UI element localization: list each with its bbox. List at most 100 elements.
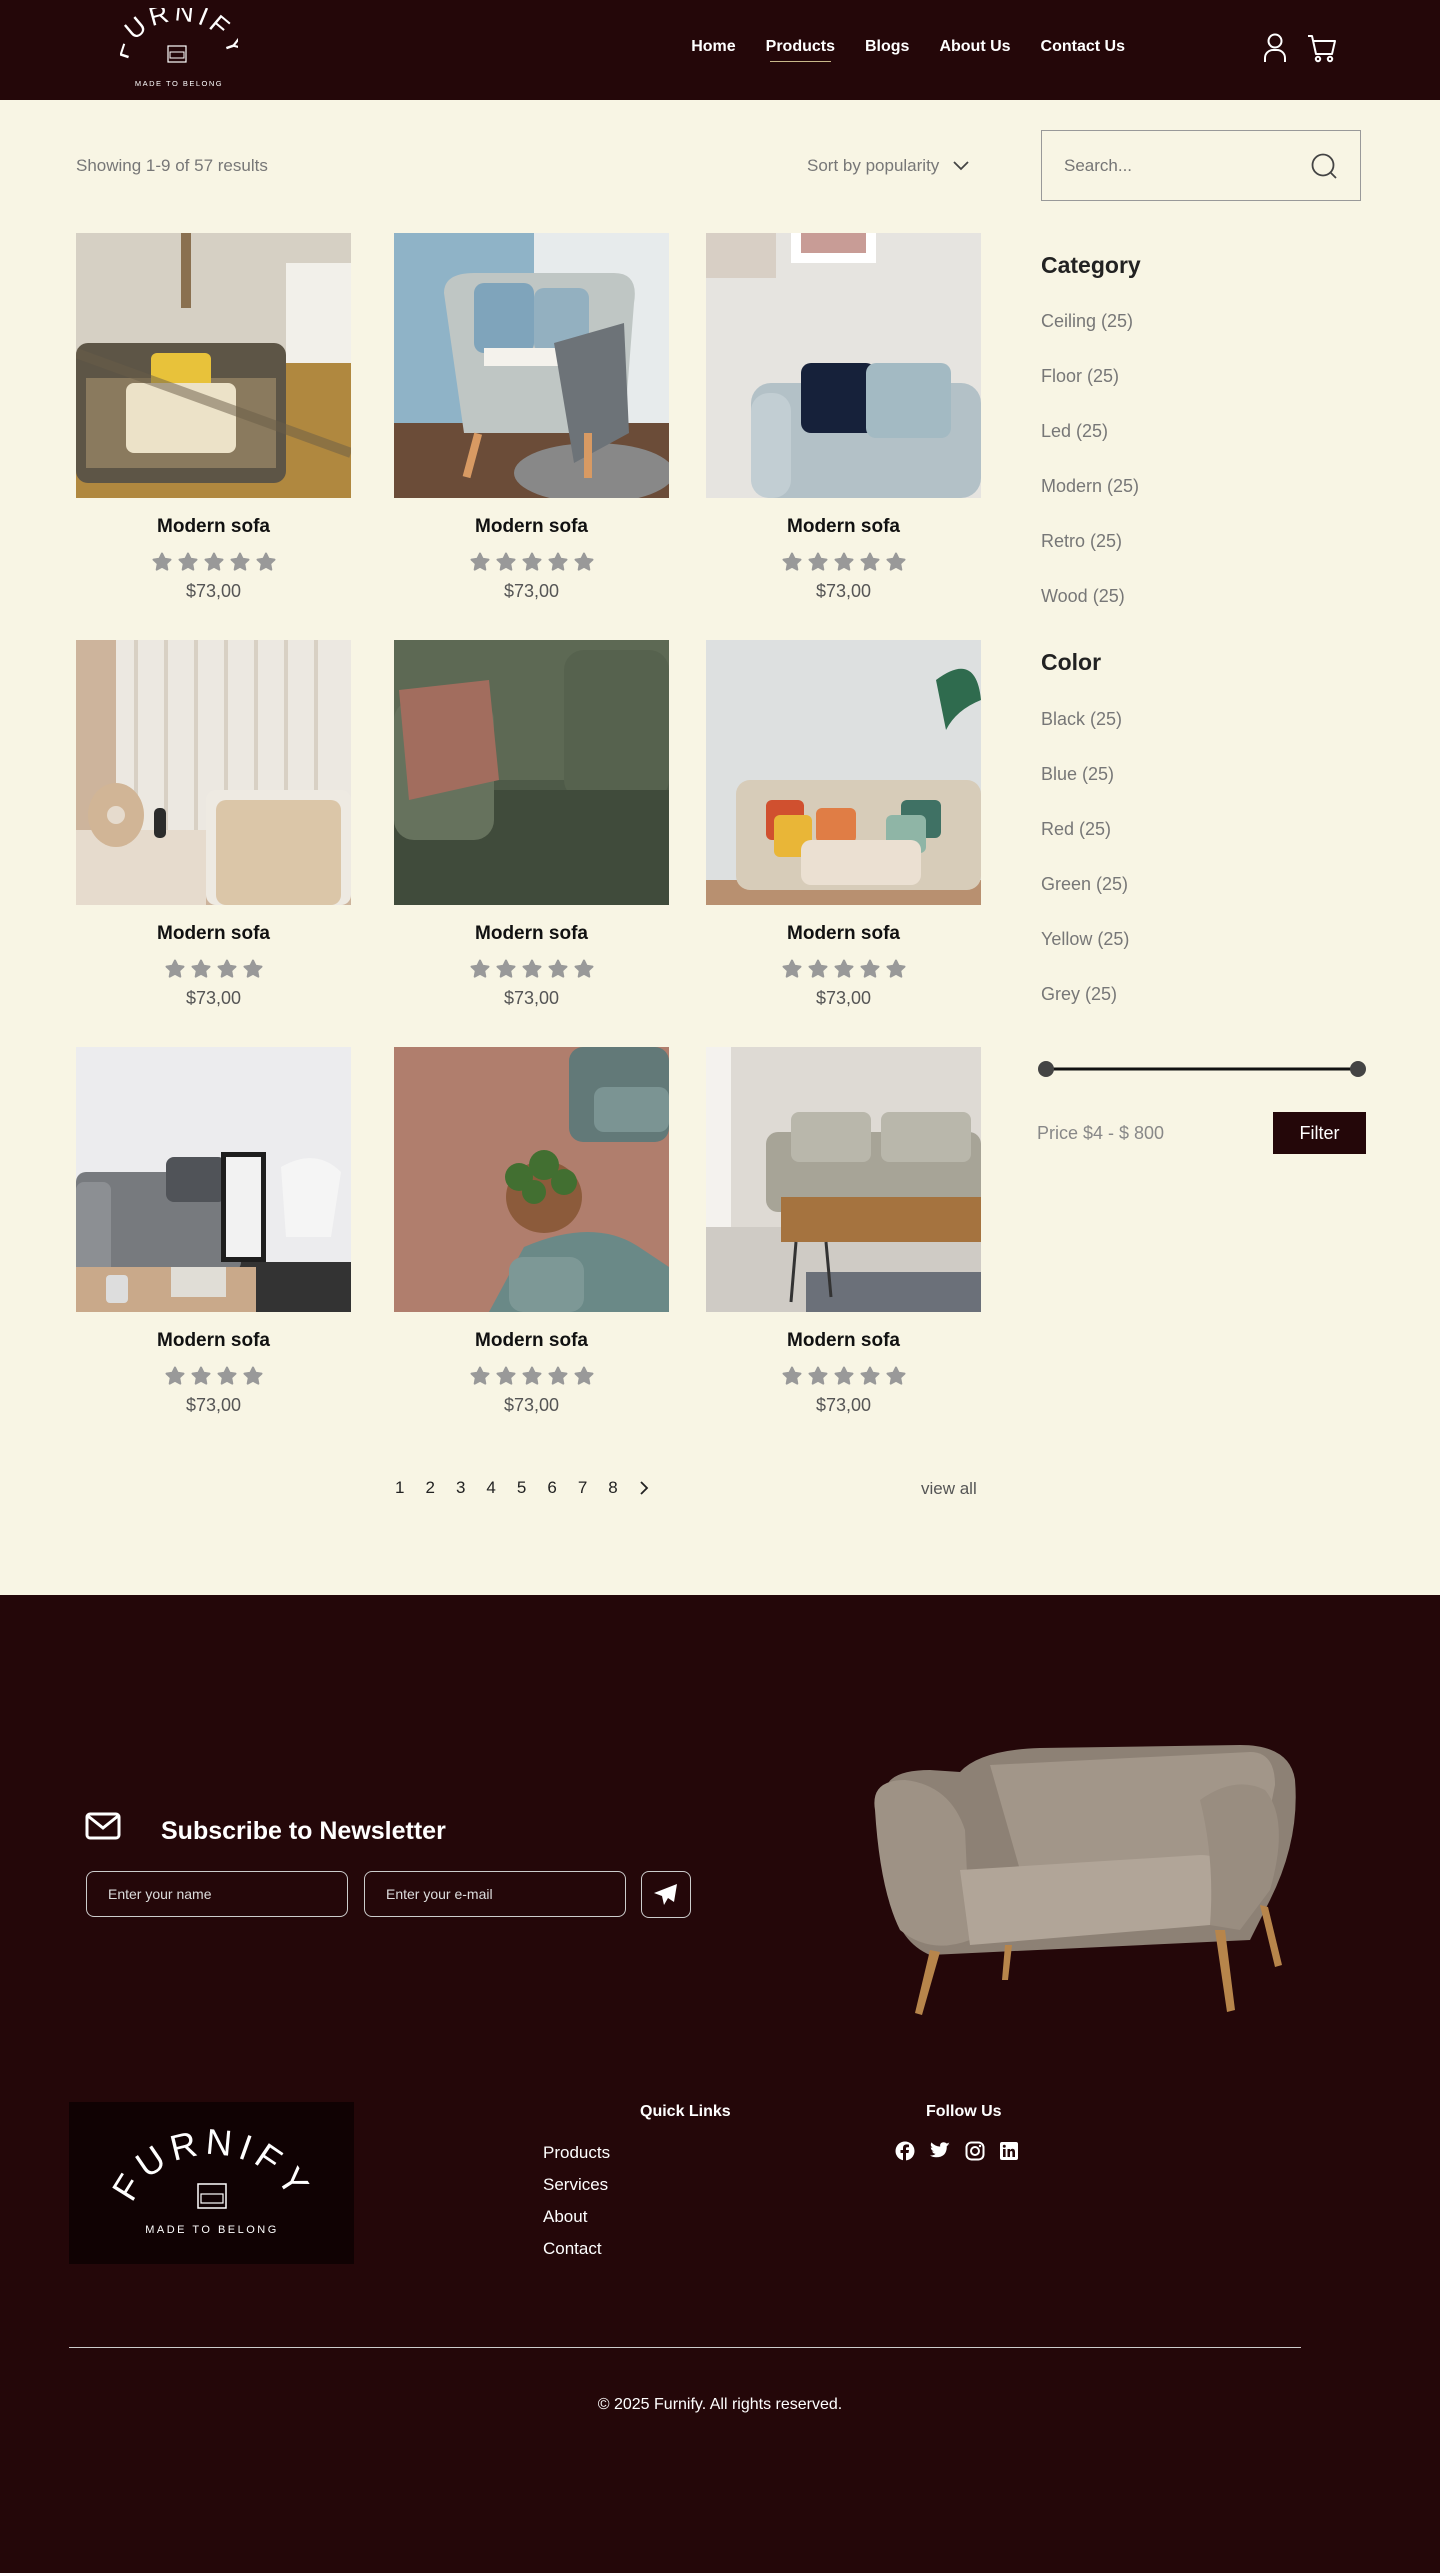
newsletter-name-input[interactable]	[86, 1871, 348, 1917]
product-image[interactable]	[76, 233, 351, 498]
product-card[interactable]: Modern sofa $73,00	[394, 640, 669, 1009]
linkedin-icon[interactable]	[999, 2141, 1019, 2161]
product-price: $73,00	[503, 988, 560, 1008]
product-price: $73,00	[185, 581, 242, 601]
page-link[interactable]: 1	[395, 1478, 404, 1498]
product-name[interactable]: Modern sofa	[76, 923, 351, 945]
nav-blogs[interactable]: Blogs	[865, 38, 909, 60]
category-item[interactable]: Floor (25)	[1041, 366, 1119, 387]
facebook-icon[interactable]	[895, 2141, 915, 2161]
nav-contact[interactable]: Contact Us	[1041, 38, 1125, 60]
product-rating	[394, 1366, 669, 1386]
product-name[interactable]: Modern sofa	[394, 516, 669, 538]
product-card[interactable]: Modern sofa $73,00	[706, 640, 981, 1009]
star-icon	[230, 552, 249, 571]
category-item[interactable]: Retro (25)	[1041, 531, 1122, 552]
product-image[interactable]	[706, 640, 981, 905]
star-icon	[165, 1366, 184, 1385]
page-link[interactable]: 5	[517, 1478, 526, 1498]
product-name[interactable]: Modern sofa	[706, 923, 981, 945]
product-image[interactable]	[706, 1047, 981, 1312]
user-icon[interactable]	[1262, 32, 1288, 64]
search-icon[interactable]	[1310, 152, 1338, 180]
product-rating	[706, 552, 981, 572]
product-card[interactable]: Modern sofa $73,00	[76, 1047, 351, 1416]
price-range-slider[interactable]	[1038, 1060, 1366, 1078]
footer-link-services[interactable]: Services	[543, 2175, 608, 2195]
chevron-right-icon[interactable]	[639, 1481, 649, 1495]
page-link[interactable]: 8	[608, 1478, 617, 1498]
page-link[interactable]: 3	[456, 1478, 465, 1498]
footer-link-products[interactable]: Products	[543, 2143, 610, 2163]
footer-link-contact[interactable]: Contact	[543, 2239, 602, 2259]
product-image[interactable]	[394, 640, 669, 905]
page-link[interactable]: 6	[547, 1478, 556, 1498]
color-item[interactable]: Black (25)	[1041, 709, 1122, 730]
star-icon	[574, 552, 593, 571]
product-card[interactable]: Modern sofa $73,00	[706, 233, 981, 602]
footer-link-about[interactable]: About	[543, 2207, 587, 2227]
sort-dropdown[interactable]: Sort by popularity	[807, 156, 969, 176]
slider-max-handle[interactable]	[1350, 1061, 1366, 1077]
product-name[interactable]: Modern sofa	[394, 1330, 669, 1352]
search-input[interactable]	[1064, 155, 1284, 176]
category-item[interactable]: Ceiling (25)	[1041, 311, 1133, 332]
product-name[interactable]: Modern sofa	[706, 1330, 981, 1352]
product-rating	[394, 959, 669, 979]
product-card[interactable]: Modern sofa $73,00	[394, 1047, 669, 1416]
product-rating	[76, 1366, 351, 1386]
product-card[interactable]: Modern sofa $73,00	[706, 1047, 981, 1416]
product-rating	[706, 1366, 981, 1386]
product-name[interactable]: Modern sofa	[394, 923, 669, 945]
category-item[interactable]: Wood (25)	[1041, 586, 1125, 607]
product-price: $73,00	[815, 581, 872, 601]
star-icon	[217, 1366, 236, 1385]
product-image[interactable]	[394, 1047, 669, 1312]
page-link[interactable]: 7	[578, 1478, 587, 1498]
footer-logo[interactable]: FURNIFY MADE TO BELONG	[69, 2102, 354, 2264]
product-image[interactable]	[394, 233, 669, 498]
nav-about[interactable]: About Us	[939, 38, 1010, 60]
category-item[interactable]: Led (25)	[1041, 421, 1108, 442]
nav-products[interactable]: Products	[766, 38, 835, 62]
nav-home[interactable]: Home	[691, 38, 735, 60]
furnify-logo[interactable]: FURNIFY MADE TO BELONG	[120, 8, 238, 92]
star-icon	[548, 552, 567, 571]
product-card[interactable]: Modern sofa $73,00	[76, 233, 351, 602]
slider-min-handle[interactable]	[1038, 1061, 1054, 1077]
product-card[interactable]: Modern sofa $73,00	[76, 640, 351, 1009]
instagram-icon[interactable]	[965, 2141, 985, 2161]
product-name[interactable]: Modern sofa	[76, 516, 351, 538]
product-card[interactable]: Modern sofa $73,00	[394, 233, 669, 602]
color-heading: Color	[1041, 649, 1102, 675]
product-image[interactable]	[706, 233, 981, 498]
category-heading: Category	[1041, 252, 1141, 278]
category-item[interactable]: Modern (25)	[1041, 476, 1139, 497]
pagination: 1 2 3 4 5 6 7 8	[395, 1478, 649, 1498]
twitter-icon[interactable]	[929, 2141, 951, 2161]
color-item[interactable]: Yellow (25)	[1041, 929, 1129, 950]
color-item[interactable]: Grey (25)	[1041, 984, 1117, 1005]
star-icon	[860, 1366, 879, 1385]
color-item[interactable]: Blue (25)	[1041, 764, 1114, 785]
product-image[interactable]	[76, 640, 351, 905]
star-icon	[548, 1366, 567, 1385]
star-icon	[496, 552, 515, 571]
star-icon	[496, 1366, 515, 1385]
star-icon	[782, 552, 801, 571]
color-item[interactable]: Green (25)	[1041, 874, 1128, 895]
view-all-link[interactable]: view all	[921, 1479, 977, 1499]
send-icon	[654, 1883, 677, 1905]
color-item[interactable]: Red (25)	[1041, 819, 1111, 840]
page-link[interactable]: 2	[425, 1478, 434, 1498]
product-image[interactable]	[76, 1047, 351, 1312]
cart-icon[interactable]	[1306, 32, 1338, 64]
newsletter-email-input[interactable]	[364, 1871, 626, 1917]
page-link[interactable]: 4	[486, 1478, 495, 1498]
product-price: $73,00	[815, 1395, 872, 1415]
product-name[interactable]: Modern sofa	[76, 1330, 351, 1352]
filter-button[interactable]: Filter	[1273, 1112, 1366, 1154]
star-icon	[886, 552, 905, 571]
product-name[interactable]: Modern sofa	[706, 516, 981, 538]
newsletter-send-button[interactable]	[641, 1871, 691, 1918]
